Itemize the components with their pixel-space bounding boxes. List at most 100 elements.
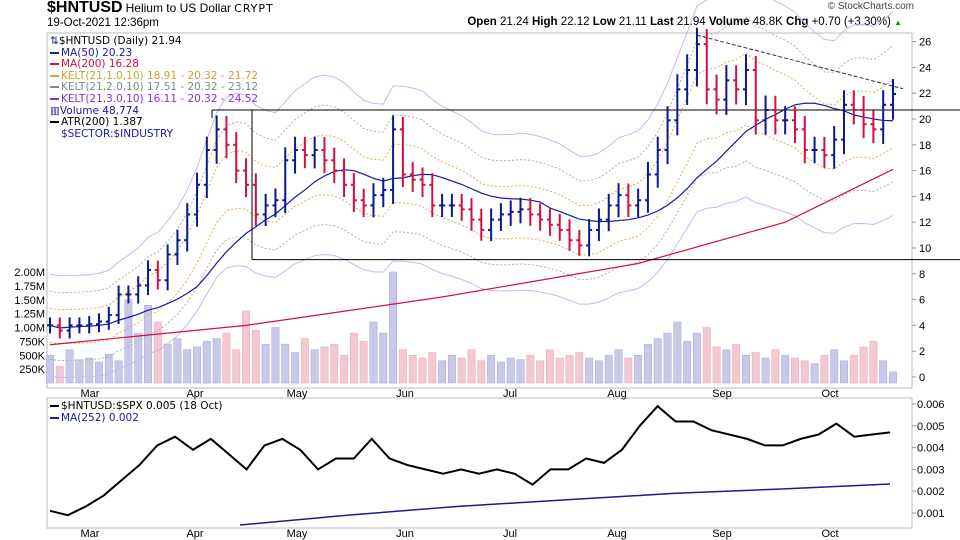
ohlc-bar xyxy=(478,208,485,241)
month-label-lower: Oct xyxy=(821,528,838,540)
ohlc-bar xyxy=(791,106,798,144)
ohlc-bar xyxy=(831,126,838,169)
volume-bar xyxy=(585,357,594,384)
price-tick-label: 8 xyxy=(919,269,925,281)
ohlc-bar xyxy=(419,167,426,198)
volume-bar xyxy=(261,343,270,384)
volume-bar xyxy=(124,299,133,384)
volume-tick-label: 250K xyxy=(19,364,45,376)
ohlc-bar xyxy=(184,203,191,252)
month-label-lower: Jun xyxy=(396,528,414,540)
volume-bar xyxy=(114,360,123,384)
volume-bar xyxy=(300,338,309,384)
month-label: Apr xyxy=(186,388,203,400)
volume-bar xyxy=(408,355,417,384)
volume-bar xyxy=(614,349,623,384)
volume-bar xyxy=(467,349,476,384)
volume-bar xyxy=(447,355,456,384)
volume-bar xyxy=(349,332,358,384)
legend-atr: ATR(200) 1.387 xyxy=(50,116,258,129)
volume-bar xyxy=(624,357,633,384)
ohlc-bar xyxy=(311,136,318,169)
month-label: Mar xyxy=(81,388,100,400)
ratio-tick-label: 0.005 xyxy=(917,421,945,433)
ratio-legend: $HNTUSD:$SPX 0.005 (18 Oct) MA(252) 0.00… xyxy=(50,400,222,424)
month-label: Jun xyxy=(396,388,414,400)
ohlc-bar xyxy=(331,147,338,184)
ohlc-bar xyxy=(674,74,681,136)
ohlc-bar xyxy=(566,219,573,251)
volume-bar xyxy=(369,321,378,384)
ohlc-bar xyxy=(399,116,406,187)
volume-bar xyxy=(389,271,398,384)
volume-bar xyxy=(320,346,329,384)
volume-bar xyxy=(732,343,741,384)
volume-bar xyxy=(418,357,427,384)
volume-tick-label: 2.00M xyxy=(14,267,45,279)
month-label-lower: Aug xyxy=(607,528,627,540)
volume-bar xyxy=(310,349,319,384)
ohlc-bar xyxy=(292,136,299,174)
ohlc-bar xyxy=(321,137,328,174)
ohlc-icon: ⇅ xyxy=(50,35,59,47)
volume-bar xyxy=(291,352,299,384)
volume-tick-label: 1.50M xyxy=(14,295,45,307)
price-tick-label: 0 xyxy=(919,372,925,384)
ohlc-bar xyxy=(96,313,103,333)
ohlc-bar xyxy=(742,54,749,105)
ohlc-bar xyxy=(821,136,828,169)
ohlc-bar xyxy=(664,106,671,165)
ohlc-bar xyxy=(527,197,534,226)
volume-bar xyxy=(232,349,241,384)
price-tick-label: 26 xyxy=(919,37,931,49)
month-label: May xyxy=(287,388,308,400)
price-tick-label: 16 xyxy=(919,166,931,178)
ohlc-bar xyxy=(429,173,436,218)
volume-bar xyxy=(340,355,348,384)
price-tick-label: 18 xyxy=(919,140,931,152)
volume-bar xyxy=(163,343,172,384)
ohlc-bar xyxy=(703,29,710,105)
ohlc-bar xyxy=(644,161,651,213)
ohlc-bar xyxy=(390,115,397,204)
month-label: Jul xyxy=(503,388,517,400)
month-label-lower: May xyxy=(287,528,308,540)
ohlc-bar xyxy=(350,173,357,213)
volume-bar xyxy=(840,360,848,384)
volume-bar xyxy=(55,366,64,384)
month-label: Oct xyxy=(821,388,838,400)
ohlc-bar xyxy=(154,260,161,290)
volume-tick-label: 500K xyxy=(19,350,45,362)
volume-bar xyxy=(555,357,564,384)
volume-bar xyxy=(771,349,780,384)
ohlc-bar xyxy=(448,193,455,218)
volume-bar xyxy=(202,341,211,384)
ohlc-bar xyxy=(458,193,465,221)
price-tick-label: 6 xyxy=(919,295,925,307)
volume-bar xyxy=(496,361,505,384)
volume-bar xyxy=(457,357,466,384)
volume-bar xyxy=(516,359,525,384)
ratio-tick-label: 0.003 xyxy=(917,464,945,476)
month-label-lower: Jul xyxy=(503,528,517,540)
price-tick-label: 14 xyxy=(919,191,931,203)
volume-bar xyxy=(859,346,868,384)
ohlc-bar xyxy=(811,136,818,164)
volume-bar xyxy=(604,355,613,384)
volume-bar xyxy=(575,352,584,384)
ohlc-bar xyxy=(586,219,593,257)
volume-bar xyxy=(183,349,192,384)
volume-bar xyxy=(820,355,829,384)
volume-tick-label: 750K xyxy=(19,336,45,348)
price-tick-label: 22 xyxy=(919,88,931,100)
ratio-tick-label: 0.002 xyxy=(917,486,945,498)
volume-bar xyxy=(781,355,790,384)
volume-bar xyxy=(85,357,94,384)
volume-bar xyxy=(751,352,760,384)
price-tick-label: 2 xyxy=(919,346,925,358)
volume-bar xyxy=(791,357,799,384)
ohlc-bar xyxy=(546,208,553,236)
volume-bar xyxy=(722,349,731,384)
volume-bar xyxy=(398,349,407,384)
volume-bar xyxy=(869,341,878,384)
